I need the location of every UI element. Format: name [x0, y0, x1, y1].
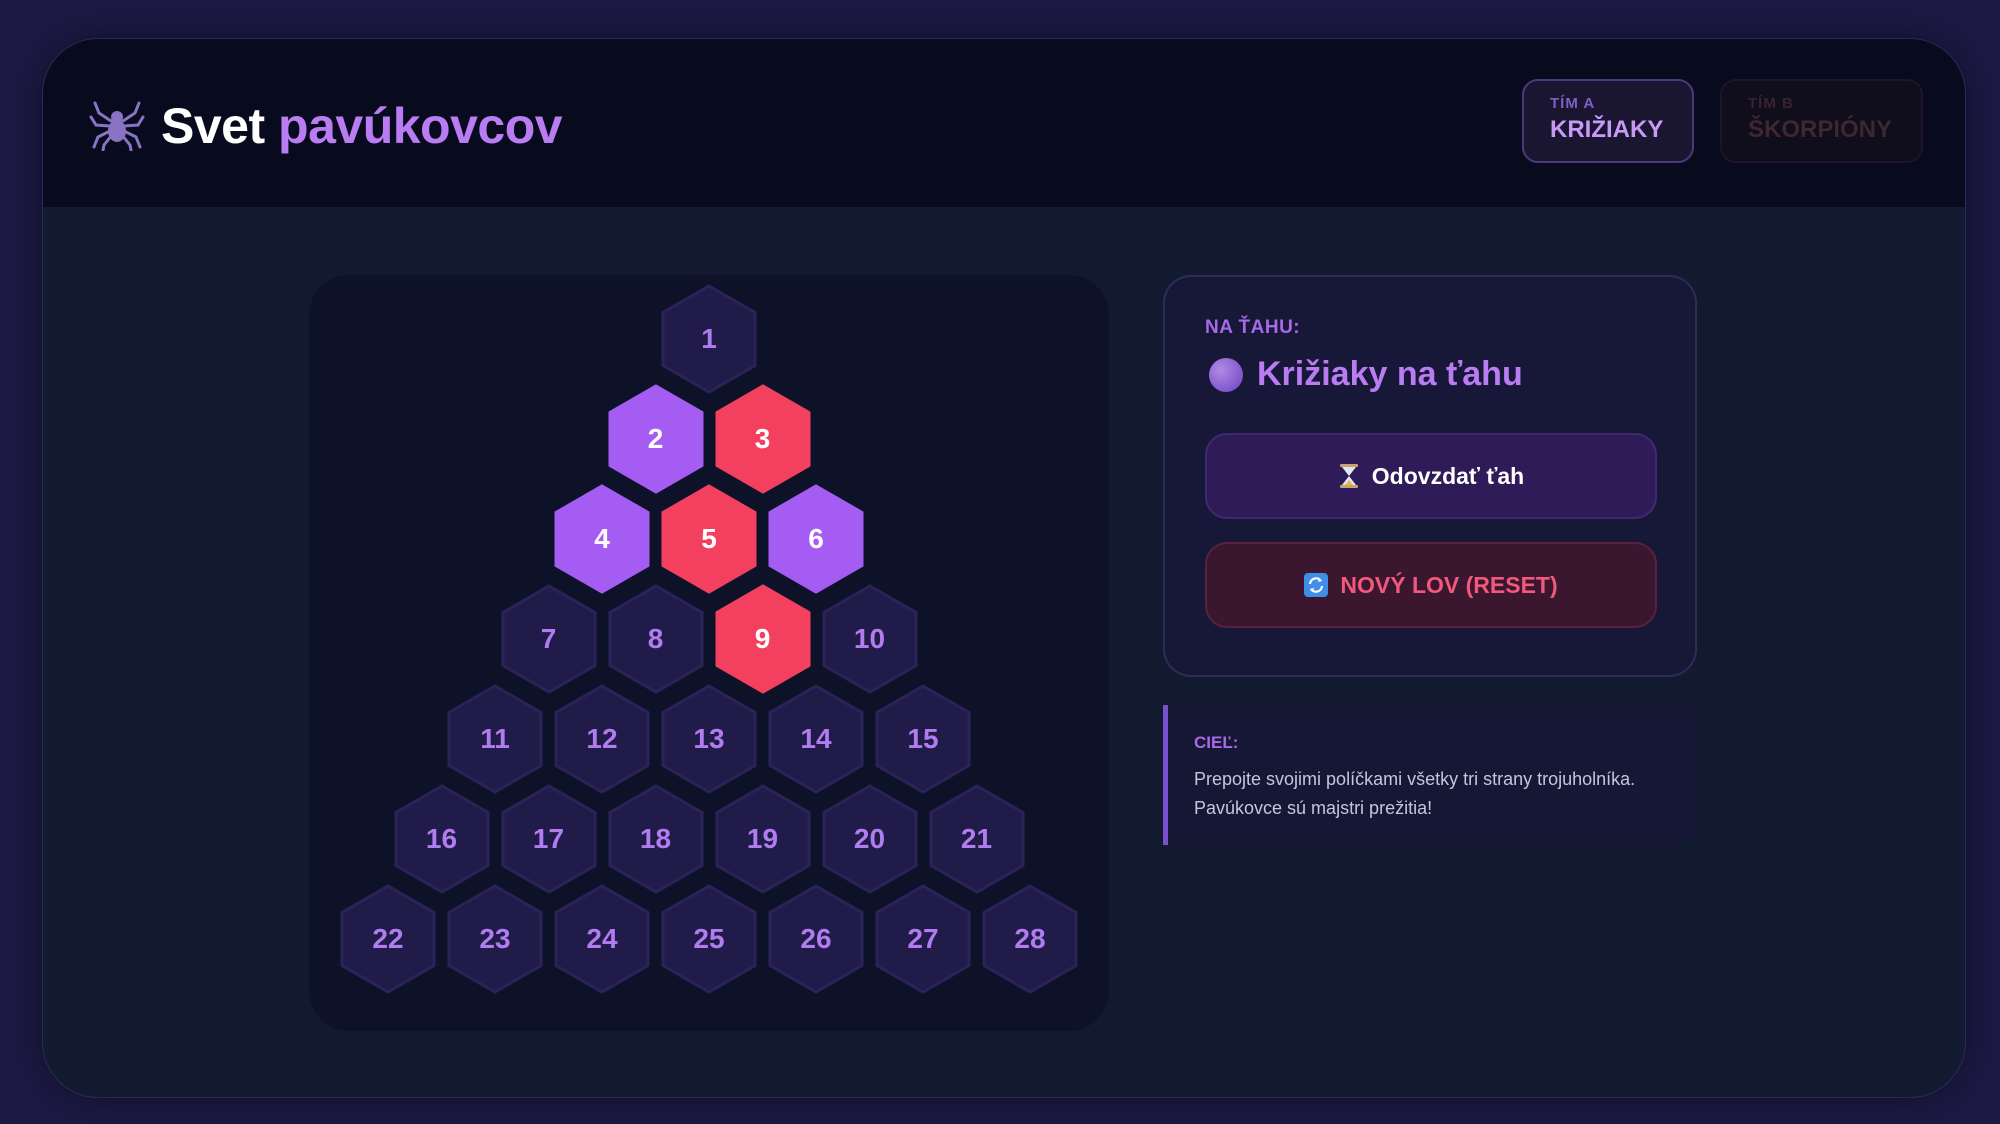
turn-text: Križiaky na ťahu — [1257, 355, 1523, 393]
board-cell-17[interactable]: 17 — [499, 784, 599, 894]
cell-number: 17 — [532, 823, 565, 854]
pass-turn-label: Odovzdať ťah — [1371, 462, 1525, 489]
board-cell-1[interactable]: 1 — [659, 284, 759, 394]
board-cell-10[interactable]: 10 — [820, 584, 920, 694]
board-cell-13[interactable]: 13 — [659, 684, 759, 794]
board-cell-11[interactable]: 11 — [445, 684, 545, 794]
cell-number: 3 — [754, 423, 771, 454]
cell-number: 28 — [1014, 923, 1046, 954]
cell-number: 12 — [586, 723, 618, 754]
cell-number: 23 — [479, 923, 511, 954]
team-b-tab[interactable]: TÍM B ŠKORPIÓNY — [1720, 79, 1923, 163]
cell-number: 15 — [907, 723, 939, 754]
board-cell-21[interactable]: 21 — [927, 784, 1027, 894]
reset-button[interactable]: NOVÝ LOV (RESET) — [1205, 542, 1657, 628]
cell-number: 6 — [808, 523, 824, 554]
cell-number: 20 — [853, 823, 886, 854]
board-cell-18[interactable]: 18 — [606, 784, 706, 894]
board-cell-12[interactable]: 12 — [552, 684, 652, 794]
cell-number: 2 — [647, 423, 664, 454]
pass-turn-button[interactable]: Odovzdať ťah — [1205, 433, 1657, 519]
cell-number: 26 — [800, 923, 832, 954]
cell-number: 21 — [960, 823, 993, 854]
cell-number: 4 — [594, 523, 610, 554]
cell-number: 9 — [754, 623, 771, 654]
board-cell-26[interactable]: 26 — [766, 884, 866, 994]
board-cell-19[interactable]: 19 — [713, 784, 813, 894]
team-a-tab[interactable]: TÍM A KRIŽIAKY — [1522, 79, 1694, 163]
app-window: Svet pavúkovcov TÍM A KRIŽIAKY TÍM B ŠKO… — [42, 38, 1966, 1098]
team-b-name: ŠKORPIÓNY — [1748, 116, 1893, 143]
board-cell-16[interactable]: 16 — [392, 784, 492, 894]
reset-label: NOVÝ LOV (RESET) — [1340, 571, 1558, 598]
board-cell-24[interactable]: 24 — [552, 884, 652, 994]
cell-number: 24 — [586, 923, 618, 954]
cell-number: 14 — [800, 723, 832, 754]
board-cell-4[interactable]: 4 — [552, 484, 652, 594]
refresh-icon — [1304, 573, 1329, 597]
game-board: 1 2 3 4 5 6 7 8 9 10 11 12 13 14 15 16 17 18 19 20 21 22 23 24 2… — [309, 275, 1109, 1031]
board-cell-9[interactable]: 9 — [713, 584, 813, 694]
cell-number: 19 — [746, 823, 779, 854]
hourglass-icon — [1338, 463, 1360, 489]
cell-number: 8 — [647, 623, 664, 654]
cell-number: 11 — [480, 723, 510, 754]
board-cell-14[interactable]: 14 — [766, 684, 866, 794]
team-b-label: TÍM B — [1748, 95, 1794, 112]
cell-number: 5 — [701, 523, 717, 554]
board-cell-27[interactable]: 27 — [873, 884, 973, 994]
board-cell-23[interactable]: 23 — [445, 884, 545, 994]
turn-indicator: Križiaky na ťahu — [1209, 355, 1523, 394]
app-title: Svet pavúkovcov — [161, 97, 563, 154]
team-color-dot — [1209, 357, 1243, 392]
cell-number: 18 — [639, 823, 672, 854]
board-cell-28[interactable]: 28 — [980, 884, 1080, 994]
cell-number: 22 — [372, 923, 404, 954]
cell-number: 10 — [853, 623, 886, 654]
team-a-name: KRIŽIAKY — [1550, 116, 1664, 143]
turn-label: NA ŤAHU: — [1205, 317, 1301, 338]
cell-number: 16 — [425, 823, 458, 854]
board-cell-7[interactable]: 7 — [499, 584, 599, 694]
spider-icon — [89, 95, 145, 156]
header: Svet pavúkovcov TÍM A KRIŽIAKY TÍM B ŠKO… — [43, 39, 1965, 207]
board-cell-2[interactable]: 2 — [606, 384, 706, 494]
cell-number: 13 — [693, 723, 725, 754]
cell-number: 7 — [540, 623, 557, 654]
brand: Svet pavúkovcov — [89, 95, 563, 156]
board-cell-6[interactable]: 6 — [766, 484, 866, 594]
goal-box: CIEĽ: Prepojte svojimi políčkami všetky … — [1163, 705, 1697, 845]
turn-panel: NA ŤAHU: Križiaky na ťahu Odovzdať ťah N… — [1163, 275, 1697, 677]
board-cell-15[interactable]: 15 — [873, 684, 973, 794]
board-cell-22[interactable]: 22 — [338, 884, 438, 994]
team-a-label: TÍM A — [1550, 95, 1596, 112]
goal-text: Prepojte svojimi políčkami všetky tri st… — [1194, 769, 1636, 818]
cell-number: 25 — [693, 923, 725, 954]
board-cell-5[interactable]: 5 — [659, 484, 759, 594]
cell-number: 1 — [701, 323, 717, 354]
cell-number: 27 — [907, 923, 939, 954]
board-cell-25[interactable]: 25 — [659, 884, 759, 994]
goal-label: CIEĽ: — [1194, 733, 1239, 752]
board-cell-20[interactable]: 20 — [820, 784, 920, 894]
board-cell-8[interactable]: 8 — [606, 584, 706, 694]
board-cell-3[interactable]: 3 — [713, 384, 813, 494]
